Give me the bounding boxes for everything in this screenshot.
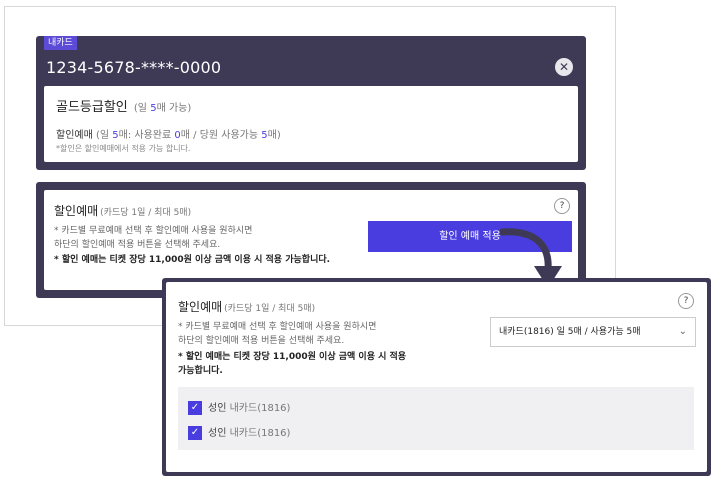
- front-desc-line1: * 카드별 무료예매 선택 후 할인예매 사용을 원하시면: [178, 322, 377, 332]
- discount-desc-line2: 하단의 할인예매 적용 버튼을 선택해 주세요.: [54, 240, 221, 250]
- card-number: 1234-5678-****-0000: [46, 58, 222, 77]
- grade-discount-box: 골드등급할인 (일 5매 가능) 할인예매 (일 5매: 사용완료 0매 / 당…: [44, 86, 578, 162]
- front-desc-strong-2: 가능합니다.: [178, 366, 223, 376]
- discount-desc-line1: * 카드별 무료예매 선택 후 할인예매 사용을 원하시면: [54, 226, 253, 236]
- ticket-check-item[interactable]: ✓ 성인 내카드(1816): [188, 399, 290, 415]
- chevron-down-icon: ⌄: [678, 326, 687, 337]
- ticket-check-list: ✓ 성인 내카드(1816) ✓ 성인 내카드(1816): [178, 387, 694, 450]
- front-title: 할인예매 (카드당 1일 / 최대 5매): [178, 300, 316, 314]
- grade-note: *할인은 할인예매에서 적용 가능 합니다.: [56, 144, 191, 153]
- discount-desc-strong: * 할인 예매는 티켓 장당 11,000원 이상 금액 이용 시 적용 가능합…: [54, 255, 331, 265]
- card-badge: 내카드: [44, 36, 77, 50]
- grade-limit: (일 5매 가능): [133, 103, 192, 114]
- discount-title: 할인예매 (카드당 1일 / 최대 5매): [54, 204, 192, 218]
- checkbox-checked-icon[interactable]: ✓: [188, 426, 202, 440]
- card-select[interactable]: 내카드(1816) 일 5매 / 사용가능 5매 ⌄: [490, 317, 696, 347]
- front-desc-line2: 하단의 할인예매 적용 버튼을 선택해 주세요.: [178, 336, 345, 346]
- grade-title: 골드등급할인 (일 5매 가능): [56, 96, 191, 115]
- grade-usage-line: 할인예매 (일 5매: 사용완료 0매 / 당원 사용가능 5매): [56, 130, 281, 141]
- help-icon[interactable]: ?: [554, 198, 570, 214]
- checkbox-checked-icon[interactable]: ✓: [188, 401, 202, 415]
- close-icon[interactable]: ✕: [555, 58, 573, 76]
- grade-title-text: 골드등급할인: [56, 100, 128, 115]
- front-discount-box: 할인예매 (카드당 1일 / 최대 5매) ? * 카드별 무료예매 선택 후 할…: [166, 282, 707, 472]
- front-desc-strong-1: * 할인 예매는 티켓 장당 11,000원 이상 금액 이용 시 적용: [178, 352, 407, 362]
- ticket-check-item[interactable]: ✓ 성인 내카드(1816): [188, 424, 290, 440]
- discount-box: 할인예매 (카드당 1일 / 최대 5매) ? * 카드별 무료예매 선택 후 할…: [44, 190, 578, 290]
- front-help-icon[interactable]: ?: [678, 293, 694, 309]
